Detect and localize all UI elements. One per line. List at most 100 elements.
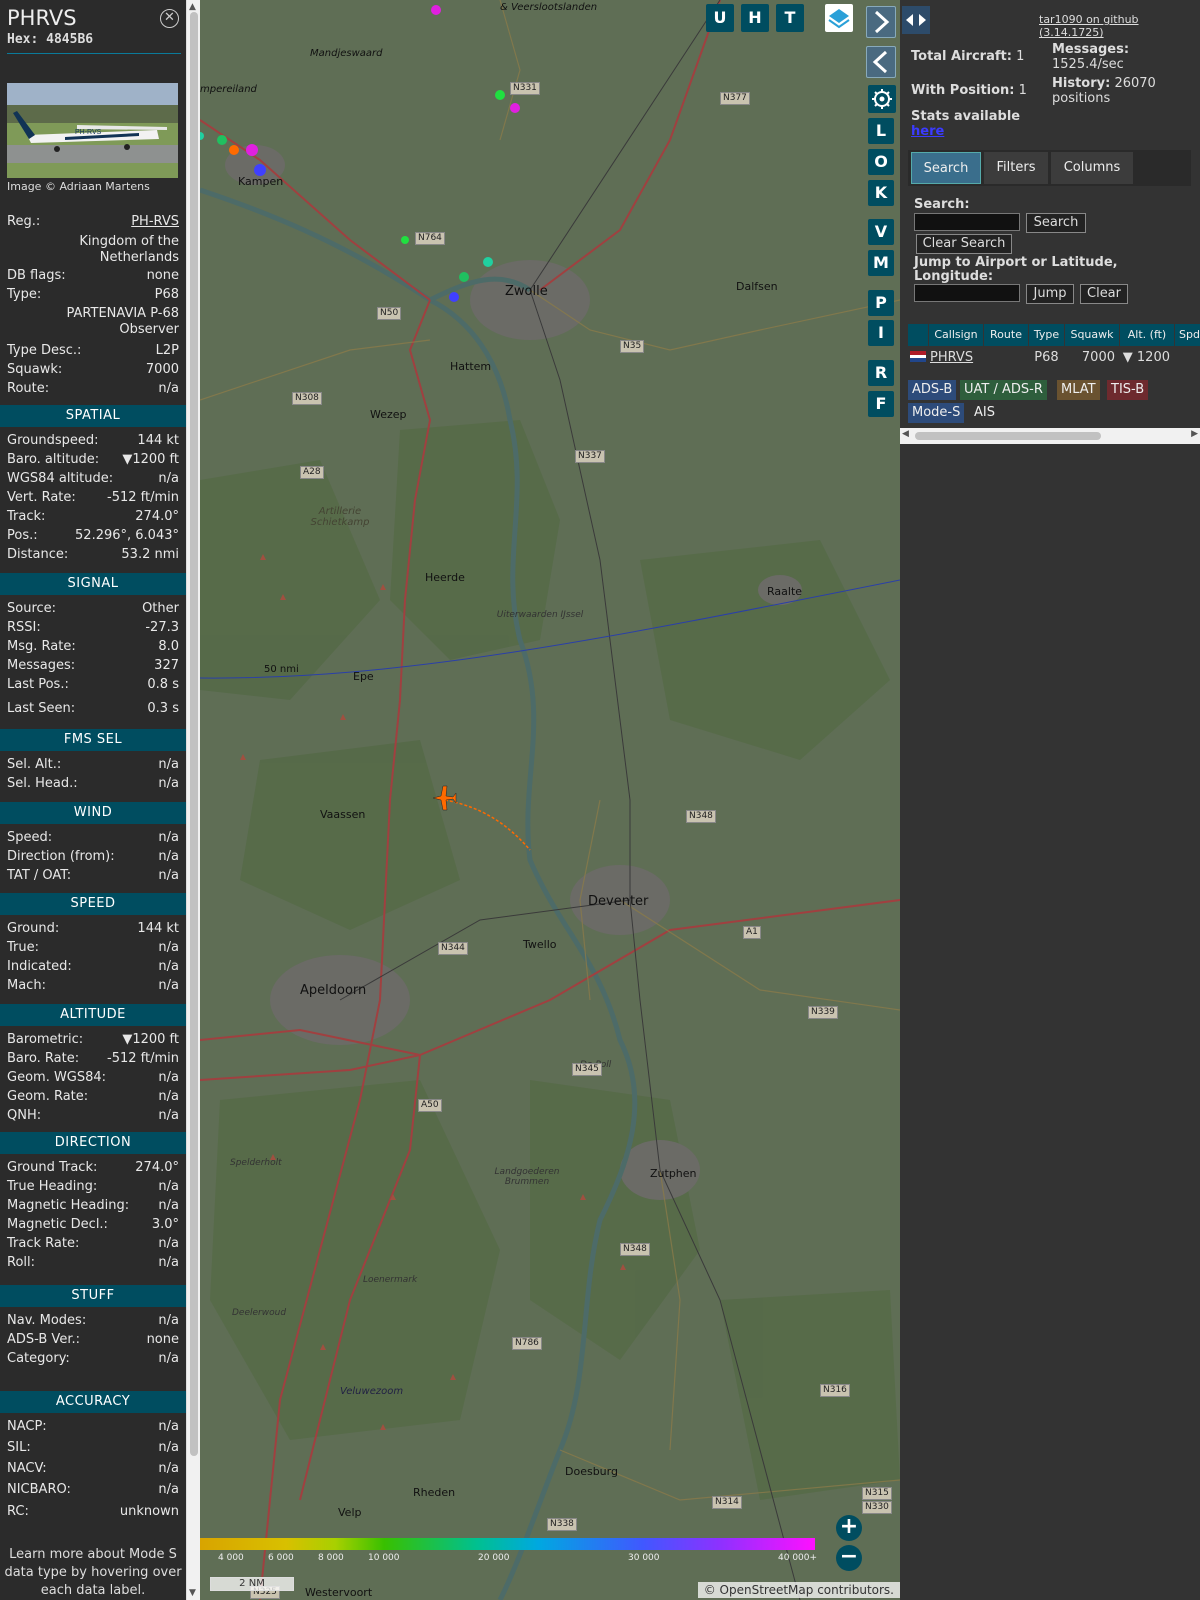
toggle-sidebar-icon[interactable] (902, 6, 930, 34)
scroll-up-icon[interactable]: ▲ (189, 2, 196, 12)
close-icon[interactable]: ✕ (160, 9, 179, 28)
map-button-m[interactable]: M (868, 250, 894, 276)
detail-label[interactable]: Sel. Alt.: (7, 757, 61, 772)
detail-label[interactable]: NICBARO: (7, 1482, 71, 1497)
legend-badge-mode-s[interactable]: Mode-S (908, 403, 965, 423)
detail-label[interactable]: RSSI: (7, 620, 41, 635)
detail-label[interactable]: Last Seen: (7, 701, 75, 716)
detail-label[interactable]: Ground: (7, 921, 59, 936)
legend-badge-mlat[interactable]: MLAT (1057, 380, 1100, 400)
scrollbar-thumb[interactable] (915, 432, 1101, 440)
detail-label[interactable]: Category: (7, 1351, 70, 1366)
jump-button[interactable]: Jump (1026, 284, 1074, 304)
detail-label[interactable]: Pos.: (7, 528, 38, 543)
tab-filters[interactable]: Filters (984, 152, 1048, 184)
tab-search[interactable]: Search (911, 152, 981, 184)
legend-badge-ais[interactable]: AIS (970, 403, 999, 423)
detail-label[interactable]: QNH: (7, 1108, 41, 1123)
scrollbar-thumb[interactable] (190, 12, 198, 1456)
detail-label[interactable]: Distance: (7, 547, 68, 562)
search-input[interactable] (914, 213, 1020, 231)
table-header-speed[interactable]: Spd (1175, 324, 1200, 346)
map-button-o[interactable]: O (868, 149, 894, 175)
osm-link[interactable]: OpenStreetMap (720, 1583, 814, 1597)
detail-label[interactable]: Source: (7, 601, 56, 616)
table-header-squawk[interactable]: Squawk (1065, 324, 1119, 346)
left-panel-scrollbar[interactable]: ▲ ▼ (186, 0, 200, 1600)
search-button[interactable]: Search (1026, 213, 1086, 233)
map-button-u[interactable]: U (706, 4, 734, 32)
detail-label[interactable]: NACV: (7, 1461, 47, 1476)
version-link[interactable]: tar1090 on github (3.14.1725) (1039, 13, 1200, 39)
clear-button[interactable]: Clear (1080, 284, 1128, 304)
scroll-left-icon[interactable]: ◀ (902, 429, 909, 439)
map-button-p[interactable]: P (868, 290, 894, 316)
table-header-altitude[interactable]: Alt. (ft) (1120, 324, 1174, 346)
table-horizontal-scrollbar[interactable]: ◀ ▶ (900, 428, 1200, 444)
table-header-route[interactable]: Route (984, 324, 1028, 346)
detail-label[interactable]: Magnetic Decl.: (7, 1217, 108, 1232)
map-button-t[interactable]: T (776, 4, 804, 32)
detail-label[interactable]: Last Pos.: (7, 677, 69, 692)
detail-label[interactable]: Nav. Modes: (7, 1313, 86, 1328)
map-button-i[interactable]: I (868, 320, 894, 346)
table-header-type[interactable]: Type (1029, 324, 1064, 346)
chevron-left-icon[interactable] (866, 46, 896, 78)
detail-label[interactable]: Indicated: (7, 959, 72, 974)
detail-label[interactable]: Roll: (7, 1255, 35, 1270)
detail-label[interactable]: Geom. WGS84: (7, 1070, 106, 1085)
detail-label[interactable]: Geom. Rate: (7, 1089, 88, 1104)
map-label-zwolle: Zwolle (505, 284, 548, 299)
scroll-right-icon[interactable]: ▶ (1191, 429, 1198, 439)
legend-badge-ads-b[interactable]: ADS-B (908, 380, 957, 400)
detail-label[interactable]: WGS84 altitude: (7, 471, 113, 486)
registration-link[interactable]: PH-RVS (131, 214, 179, 229)
stats-link[interactable]: here (911, 124, 944, 139)
settings-gear-icon[interactable] (868, 85, 896, 113)
jump-input[interactable] (914, 284, 1020, 302)
detail-label[interactable]: NACP: (7, 1419, 47, 1434)
detail-label[interactable]: True: (7, 940, 39, 955)
detail-value: 274.0° (135, 1160, 179, 1175)
chevron-right-icon[interactable] (866, 6, 896, 38)
detail-label[interactable]: Track Rate: (7, 1236, 79, 1251)
scroll-down-icon[interactable]: ▼ (189, 1588, 196, 1598)
detail-label[interactable]: ADS-B Ver.: (7, 1332, 80, 1347)
detail-label[interactable]: Barometric: (7, 1032, 83, 1047)
table-header-flag (908, 324, 928, 346)
zoom-out-button[interactable]: − (836, 1545, 862, 1571)
detail-label[interactable]: True Heading: (7, 1179, 97, 1194)
detail-label[interactable]: Speed: (7, 830, 52, 845)
detail-label[interactable]: Sel. Head.: (7, 776, 78, 791)
detail-label[interactable]: Magnetic Heading: (7, 1198, 129, 1213)
map-view[interactable]: Zwolle Deventer Apeldoorn Kampen Hattem Wezep… (200, 0, 900, 1600)
detail-label[interactable]: Baro. Rate: (7, 1051, 79, 1066)
detail-label[interactable]: TAT / OAT: (7, 868, 71, 883)
map-button-f[interactable]: F (868, 391, 894, 417)
detail-label[interactable]: Ground Track: (7, 1160, 97, 1175)
table-header-callsign[interactable]: Callsign (929, 324, 983, 346)
detail-label[interactable]: Groundspeed: (7, 433, 98, 448)
detail-label[interactable]: RC: (7, 1504, 29, 1519)
detail-label[interactable]: Track: (7, 509, 45, 524)
detail-label[interactable]: Direction (from): (7, 849, 115, 864)
detail-label[interactable]: Baro. altitude: (7, 452, 99, 467)
detail-label[interactable]: Messages: (7, 658, 75, 673)
legend-badge-tis-b[interactable]: TIS-B (1107, 380, 1149, 400)
detail-label[interactable]: Msg. Rate: (7, 639, 76, 654)
layers-icon[interactable] (825, 4, 853, 32)
legend-badge-uat-ads-r[interactable]: UAT / ADS-R (960, 380, 1047, 400)
aircraft-photo[interactable]: PH-RVS (7, 83, 178, 178)
map-button-k[interactable]: K (868, 180, 894, 206)
detail-label[interactable]: Mach: (7, 978, 46, 993)
map-button-r[interactable]: R (868, 360, 894, 386)
map-button-h[interactable]: H (741, 4, 769, 32)
detail-label[interactable]: Vert. Rate: (7, 490, 76, 505)
detail-label[interactable]: SIL: (7, 1440, 31, 1455)
tab-columns[interactable]: Columns (1051, 152, 1133, 184)
zoom-in-button[interactable]: + (836, 1515, 862, 1541)
cell-callsign[interactable]: PHRVS (930, 350, 973, 365)
map-button-l[interactable]: L (868, 118, 894, 144)
map-button-v[interactable]: V (868, 219, 894, 245)
clear-search-button[interactable]: Clear Search (916, 234, 1012, 254)
